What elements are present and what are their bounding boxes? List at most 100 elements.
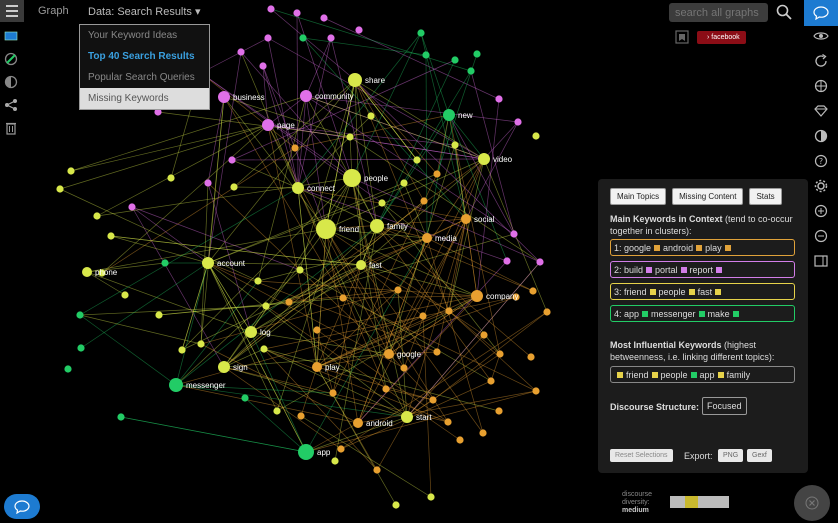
diamond-icon[interactable] xyxy=(813,103,829,119)
graph-node[interactable] xyxy=(527,353,535,361)
graph-node[interactable] xyxy=(167,174,175,182)
graph-node[interactable] xyxy=(422,51,430,59)
graph-node[interactable] xyxy=(480,331,488,339)
graph-node-play[interactable] xyxy=(312,362,322,372)
graph-node[interactable] xyxy=(456,436,464,444)
graph-node[interactable] xyxy=(260,345,268,353)
graph-node[interactable] xyxy=(378,199,386,207)
chat-button[interactable] xyxy=(804,0,838,26)
graph-node[interactable] xyxy=(451,141,459,149)
graph-node[interactable] xyxy=(433,170,441,178)
contrast-icon[interactable] xyxy=(813,128,829,144)
graph-node-friend[interactable] xyxy=(316,219,336,239)
graph-node[interactable] xyxy=(392,501,400,509)
graph-node[interactable] xyxy=(264,34,272,42)
graph-node-phone[interactable] xyxy=(82,267,92,277)
graph-node-family[interactable] xyxy=(370,219,384,233)
graph-node[interactable] xyxy=(161,259,169,267)
graph-node[interactable] xyxy=(337,445,345,453)
menu-item-keyword-ideas[interactable]: Your Keyword Ideas xyxy=(80,25,209,46)
layout-icon[interactable] xyxy=(3,28,19,44)
graph-node[interactable] xyxy=(107,232,115,240)
graph-node-social[interactable] xyxy=(461,214,471,224)
graph-node[interactable] xyxy=(254,277,262,285)
graph-node[interactable] xyxy=(536,258,544,266)
graph-node[interactable] xyxy=(419,312,427,320)
graph-node[interactable] xyxy=(262,302,270,310)
graph-node[interactable] xyxy=(197,340,205,348)
graph-node[interactable] xyxy=(532,132,540,140)
graph-node[interactable] xyxy=(64,365,72,373)
tab-graph[interactable]: Graph xyxy=(38,5,69,17)
graph-node-media[interactable] xyxy=(422,233,432,243)
graph-node-page[interactable] xyxy=(262,119,274,131)
graph-node[interactable] xyxy=(329,389,337,397)
graph-node[interactable] xyxy=(400,364,408,372)
graph-node[interactable] xyxy=(297,412,305,420)
facebook-tag[interactable]: › facebook xyxy=(697,31,746,44)
zoom-in-icon[interactable] xyxy=(813,203,829,219)
graph-node[interactable] xyxy=(394,286,402,294)
graph-node[interactable] xyxy=(382,385,390,393)
menu-item-missing-keywords[interactable]: Missing Keywords xyxy=(80,88,209,109)
bookmark-icon[interactable] xyxy=(675,30,689,44)
graph-node[interactable] xyxy=(429,396,437,404)
export-png-button[interactable]: PNG xyxy=(718,449,744,462)
trash-icon[interactable] xyxy=(3,120,19,136)
graph-node[interactable] xyxy=(467,67,475,75)
influential-keywords-row[interactable]: friend people app family xyxy=(610,366,795,383)
graph-node-app[interactable] xyxy=(298,444,314,460)
graph-node[interactable] xyxy=(339,294,347,302)
graph-node[interactable] xyxy=(355,26,363,34)
graph-node[interactable] xyxy=(503,257,511,265)
close-circle-button[interactable] xyxy=(794,485,830,521)
graph-node[interactable] xyxy=(413,156,421,164)
graph-node[interactable] xyxy=(67,167,75,175)
hamburger-menu-icon[interactable] xyxy=(0,0,24,22)
graph-node[interactable] xyxy=(346,133,354,141)
graph-node[interactable] xyxy=(155,311,163,319)
graph-node[interactable] xyxy=(367,112,375,120)
settings-gear-icon[interactable] xyxy=(813,178,829,194)
graph-node[interactable] xyxy=(313,326,321,334)
graph-node[interactable] xyxy=(56,185,64,193)
eye-icon[interactable] xyxy=(813,28,829,44)
graph-node[interactable] xyxy=(417,29,425,37)
reset-selections-button[interactable]: Reset Selections xyxy=(610,449,673,462)
export-gexf-button[interactable]: Gexf xyxy=(747,449,772,462)
graph-node[interactable] xyxy=(487,377,495,385)
graph-node-fast[interactable] xyxy=(356,260,366,270)
refresh-icon[interactable] xyxy=(813,53,829,69)
graph-node[interactable] xyxy=(259,62,267,70)
tab-data-search-results[interactable]: Data: Search Results ▾ xyxy=(88,5,201,18)
tab-missing-content[interactable]: Missing Content xyxy=(672,188,744,205)
graph-node[interactable] xyxy=(529,287,537,295)
graph-node[interactable] xyxy=(204,179,212,187)
graph-node[interactable] xyxy=(117,413,125,421)
share-icon[interactable] xyxy=(3,97,19,113)
graph-node-account[interactable] xyxy=(202,257,214,269)
panel-toggle-icon[interactable] xyxy=(813,253,829,269)
topic-row-1[interactable]: 1: google android play xyxy=(610,239,795,256)
graph-node-sign[interactable] xyxy=(218,361,230,373)
graph-node-start[interactable] xyxy=(401,411,413,423)
graph-node-log[interactable] xyxy=(245,326,257,338)
graph-node[interactable] xyxy=(241,394,249,402)
graph-node[interactable] xyxy=(444,418,452,426)
graph-node[interactable] xyxy=(473,50,481,58)
graph-node[interactable] xyxy=(296,266,304,274)
graph-node[interactable] xyxy=(76,311,84,319)
graph-node-video[interactable] xyxy=(478,153,490,165)
graph-node[interactable] xyxy=(433,348,441,356)
help-icon[interactable]: ? xyxy=(813,153,829,169)
tab-stats[interactable]: Stats xyxy=(749,188,782,205)
topic-row-2[interactable]: 2: build portal report xyxy=(610,261,795,278)
graph-node[interactable] xyxy=(237,48,245,56)
tab-main-topics[interactable]: Main Topics xyxy=(610,188,667,205)
topic-row-3[interactable]: 3: friend people fast xyxy=(610,283,795,300)
graph-node[interactable] xyxy=(121,291,129,299)
graph-node-connect[interactable] xyxy=(292,182,304,194)
graph-node-community[interactable] xyxy=(300,90,312,102)
filter-icon[interactable] xyxy=(3,51,19,67)
graph-node-new[interactable] xyxy=(443,109,455,121)
